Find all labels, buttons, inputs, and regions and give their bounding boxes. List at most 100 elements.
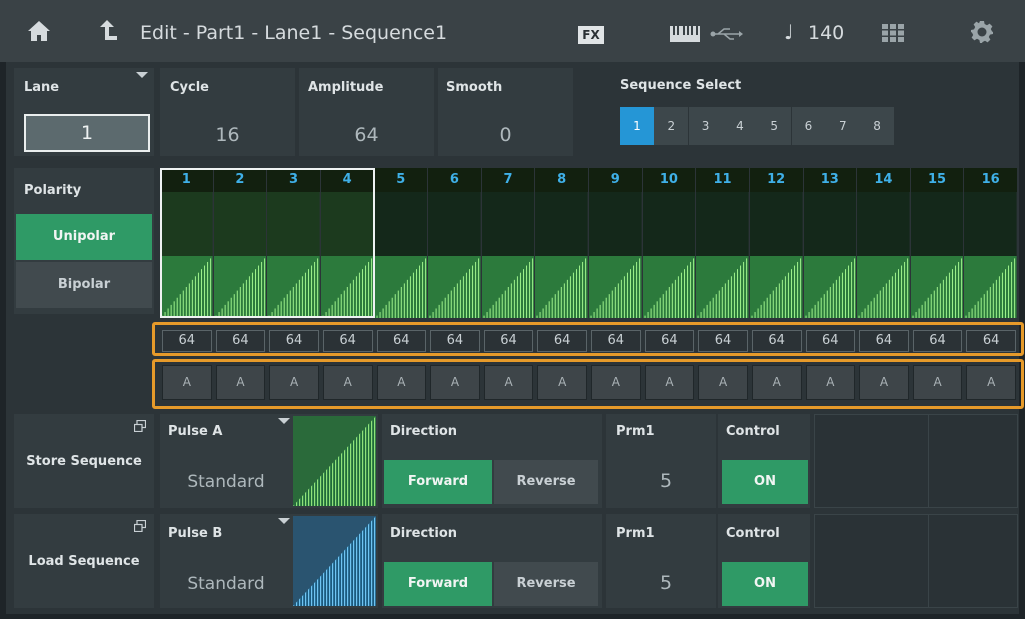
sequence-select-button-5[interactable]: 5 — [757, 107, 792, 145]
step-bar — [857, 192, 910, 318]
step-bar — [642, 192, 696, 318]
step-number: 12 — [749, 168, 803, 192]
step-bar — [749, 192, 803, 318]
pulse-a-value: Standard — [187, 472, 265, 492]
forward-a-button[interactable]: Forward — [384, 460, 492, 504]
amplitude-value: 64 — [354, 124, 379, 146]
amplitude-label: Amplitude — [308, 80, 384, 95]
control-a-toggle[interactable]: ON — [722, 460, 808, 504]
step-number: 5 — [374, 168, 428, 192]
keyboard-icon[interactable] — [670, 26, 700, 42]
step-column[interactable]: 9 — [589, 168, 642, 318]
unipolar-button[interactable]: Unipolar — [16, 214, 152, 260]
cycle-value: 16 — [215, 124, 240, 146]
step-number: 10 — [642, 168, 696, 192]
pulse-a-waveform — [293, 416, 376, 506]
lane-label: Lane — [24, 80, 60, 95]
top-bar: Edit - Part1 - Lane1 - Sequence1 FX ♩ 14… — [0, 0, 1025, 62]
divider — [928, 414, 929, 508]
direction-a-label: Direction — [390, 424, 458, 439]
step-column[interactable]: 14 — [857, 168, 910, 318]
pulse-b-value: Standard — [187, 574, 265, 594]
step-column[interactable]: 7 — [481, 168, 535, 318]
sequence-select-button-8[interactable]: 8 — [860, 107, 895, 145]
step-bar — [589, 192, 642, 318]
popup-icon — [134, 520, 146, 532]
note-icon: ♩ — [784, 20, 794, 44]
step-column[interactable]: 15 — [910, 168, 964, 318]
prm1-b-label: Prm1 — [616, 526, 655, 541]
step-column[interactable]: 16 — [964, 168, 1017, 318]
home-icon[interactable] — [26, 18, 52, 44]
reverse-a-button[interactable]: Reverse — [494, 460, 598, 504]
back-arrow-icon[interactable] — [96, 18, 118, 42]
step-bar — [910, 192, 964, 318]
step-cursor — [160, 168, 375, 318]
prm1-b-value: 5 — [659, 572, 673, 594]
control-b-label: Control — [726, 526, 780, 541]
empty-slot — [814, 514, 1018, 608]
step-column[interactable]: 11 — [696, 168, 749, 318]
gear-icon[interactable] — [970, 20, 994, 44]
step-number: 6 — [428, 168, 481, 192]
step-number: 16 — [964, 168, 1017, 192]
prm1-a-label: Prm1 — [616, 424, 655, 439]
step-number: 15 — [910, 168, 964, 192]
step-number: 8 — [535, 168, 588, 192]
lane-value[interactable]: 1 — [24, 114, 150, 152]
step-column[interactable]: 10 — [642, 168, 696, 318]
dropdown-triangle-icon — [136, 72, 148, 78]
step-bar — [803, 192, 857, 318]
empty-slot — [814, 414, 1018, 508]
step-bar — [535, 192, 588, 318]
sequence-select-button-7[interactable]: 7 — [825, 107, 860, 145]
forward-b-button[interactable]: Forward — [384, 562, 492, 606]
control-b-toggle[interactable]: ON — [722, 562, 808, 606]
grid-icon[interactable] — [882, 24, 904, 42]
step-column[interactable]: 5 — [374, 168, 428, 318]
step-number: 13 — [803, 168, 857, 192]
reverse-b-button[interactable]: Reverse — [494, 562, 598, 606]
step-column[interactable]: 6 — [428, 168, 481, 318]
pulse-b-waveform — [293, 516, 376, 606]
step-column[interactable]: 13 — [803, 168, 857, 318]
step-column[interactable]: 8 — [535, 168, 588, 318]
pulse-a-label: Pulse A — [168, 424, 223, 439]
fx-badge[interactable]: FX — [578, 26, 604, 44]
tempo-value[interactable]: 140 — [808, 22, 844, 44]
dropdown-triangle-icon — [278, 418, 290, 424]
step-bar — [696, 192, 749, 318]
step-values-highlight — [152, 322, 1024, 356]
step-bar — [374, 192, 428, 318]
step-bar — [428, 192, 481, 318]
sequence-select-button-3[interactable]: 3 — [688, 107, 723, 145]
step-number: 14 — [857, 168, 910, 192]
sequence-select-button-1[interactable]: 1 — [620, 107, 654, 145]
bipolar-button[interactable]: Bipolar — [16, 262, 152, 308]
step-number: 9 — [589, 168, 642, 192]
step-column[interactable]: 12 — [749, 168, 803, 318]
step-number: 7 — [481, 168, 535, 192]
polarity-label: Polarity — [24, 183, 82, 198]
load-sequence-label: Load Sequence — [28, 554, 140, 569]
step-bar — [481, 192, 535, 318]
step-types-highlight — [152, 359, 1024, 409]
pulse-b-label: Pulse B — [168, 526, 223, 541]
step-bar — [964, 192, 1017, 318]
divider — [928, 514, 929, 608]
sequence-select-label: Sequence Select — [620, 78, 742, 93]
smooth-label: Smooth — [446, 80, 503, 95]
page-title: Edit - Part1 - Lane1 - Sequence1 — [140, 22, 448, 44]
smooth-value: 0 — [499, 124, 512, 146]
cycle-label: Cycle — [170, 80, 209, 95]
usb-icon — [710, 28, 743, 40]
sequence-select-button-6[interactable]: 6 — [791, 107, 826, 145]
control-a-label: Control — [726, 424, 780, 439]
prm1-a-value: 5 — [659, 470, 673, 492]
sequence-select-button-4[interactable]: 4 — [722, 107, 757, 145]
step-number: 11 — [696, 168, 749, 192]
sequence-select-button-2[interactable]: 2 — [654, 107, 689, 145]
popup-icon — [134, 420, 146, 432]
dropdown-triangle-icon — [278, 518, 290, 524]
store-sequence-label: Store Sequence — [26, 454, 142, 469]
